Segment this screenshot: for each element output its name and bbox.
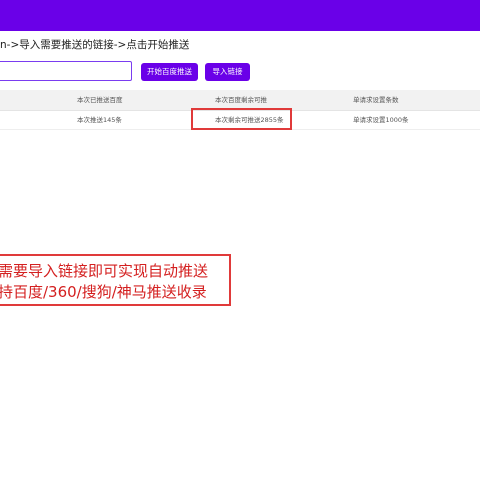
cell-pushed: 本次推送145条 [77,116,122,124]
annotation-box: 需要导入链接即可实现自动推送 持百度/360/搜狗/神马推送收录 [0,254,231,306]
column-header-pushed: 本次已推送百度 [77,96,123,104]
cell-batch-size: 单请求设置1000条 [353,116,409,124]
start-baidu-push-button[interactable]: 开始百度推送 [141,63,198,81]
highlight-box [191,108,292,130]
breadcrumb: n->导入需要推送的链接->点击开始推送 [0,39,190,51]
url-input[interactable] [0,61,132,81]
annotation-line-1: 需要导入链接即可实现自动推送 [0,262,209,280]
top-header-bar [0,0,480,31]
import-links-button[interactable]: 导入链接 [205,63,250,81]
column-header-batch-size: 单请求设置条数 [353,96,399,104]
annotation-line-2: 持百度/360/搜狗/神马推送收录 [0,283,207,301]
column-header-remaining: 本次百度剩余可推 [215,96,267,104]
